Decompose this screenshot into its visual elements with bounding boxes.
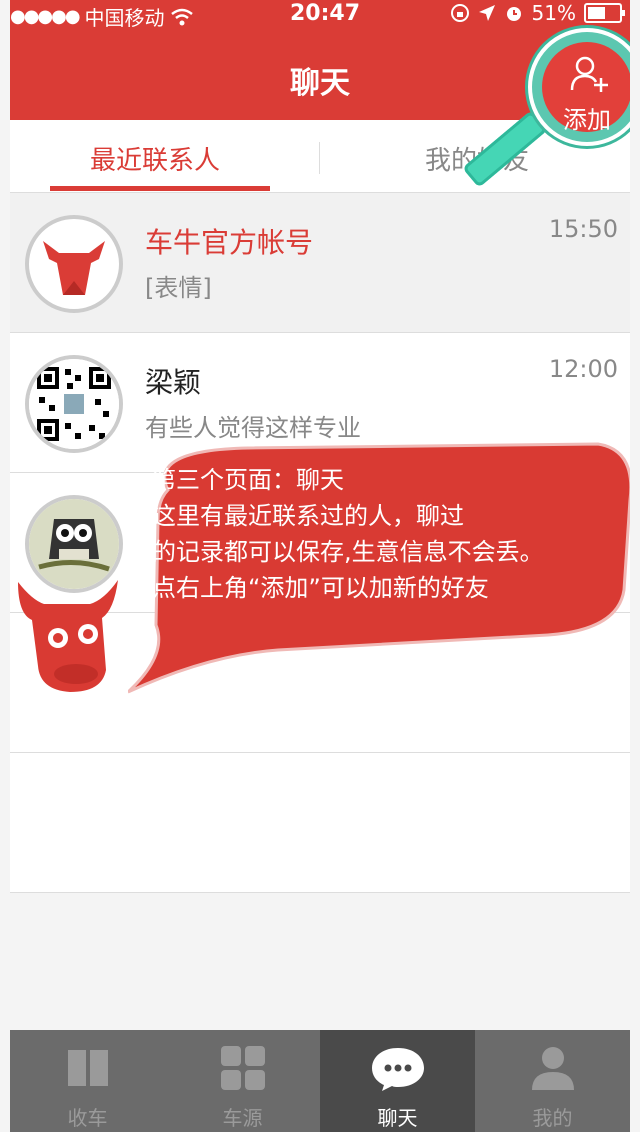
person-icon xyxy=(531,1047,574,1090)
status-bar: ●●●●● 中国移动 20:47 51% xyxy=(10,0,630,30)
tab-label: 我的 xyxy=(532,1106,573,1130)
app-screen: ●●●●● 中国移动 20:47 51% 聊天 最近联系人 我的好友 xyxy=(10,0,630,1132)
location-icon xyxy=(478,5,495,21)
tooltip-line: 这里有最近联系过的人，聊过 xyxy=(152,502,464,530)
bull-mascot-icon xyxy=(18,580,118,692)
add-friend-button[interactable]: 添加 xyxy=(528,28,630,146)
conversation-time: 12:00 xyxy=(548,355,618,383)
avatar xyxy=(25,215,123,313)
conversation-time: 15:50 xyxy=(548,215,618,243)
tab-recent-contacts[interactable]: 最近联系人 xyxy=(90,140,220,177)
conversation-preview: 有些人觉得这样专业 xyxy=(145,414,361,442)
empty-row xyxy=(10,753,630,893)
tab-chat[interactable]: 聊天 xyxy=(320,1030,475,1132)
conversation-preview: [表情] xyxy=(145,274,212,302)
lock-rotation-icon xyxy=(450,4,469,22)
qr-code-avatar xyxy=(29,359,119,449)
add-button-label: 添加 xyxy=(563,106,611,134)
wifi-icon xyxy=(170,8,193,25)
chat-icon xyxy=(371,1048,424,1091)
tab-mine[interactable]: 我的 xyxy=(475,1030,630,1132)
conversation-name: 车牛官方帐号 xyxy=(145,226,314,259)
add-person-icon xyxy=(570,56,608,92)
alarm-icon xyxy=(506,7,521,21)
grid-icon xyxy=(220,1046,265,1090)
tooltip-text: 第三个页面：聊天 这里有最近联系过的人，聊过 的记录都可以保存,生意信息不会丢。… xyxy=(152,462,622,606)
tab-label: 聊天 xyxy=(377,1106,418,1130)
tab-label: 收车 xyxy=(67,1106,108,1130)
avatar xyxy=(25,355,123,453)
tab-divider xyxy=(319,142,320,174)
bottom-tab-bar: 收车 车源 聊天 我的 xyxy=(10,1030,630,1132)
bull-logo-icon xyxy=(43,241,105,295)
book-icon xyxy=(67,1050,108,1086)
battery-percent: 51% xyxy=(531,1,576,25)
clock: 20:47 xyxy=(290,1,361,26)
tab-label: 车源 xyxy=(222,1106,263,1130)
conversation-row[interactable]: 车牛官方帐号 [表情] 15:50 xyxy=(10,193,630,333)
tab-shouche[interactable]: 收车 xyxy=(10,1030,165,1132)
tooltip-line: 第三个页面：聊天 xyxy=(152,466,344,494)
conversation-name: 梁颖 xyxy=(145,366,202,399)
tooltip-line: 点右上角“添加”可以加新的好友 xyxy=(152,574,489,602)
signal-icon: ●●●●● xyxy=(10,6,81,27)
tooltip-line: 的记录都可以保存,生意信息不会丢。 xyxy=(152,538,544,566)
active-tab-indicator xyxy=(50,186,270,191)
tab-cheyuan[interactable]: 车源 xyxy=(165,1030,320,1132)
battery-icon xyxy=(584,3,625,23)
carrier-label: 中国移动 xyxy=(84,6,165,30)
